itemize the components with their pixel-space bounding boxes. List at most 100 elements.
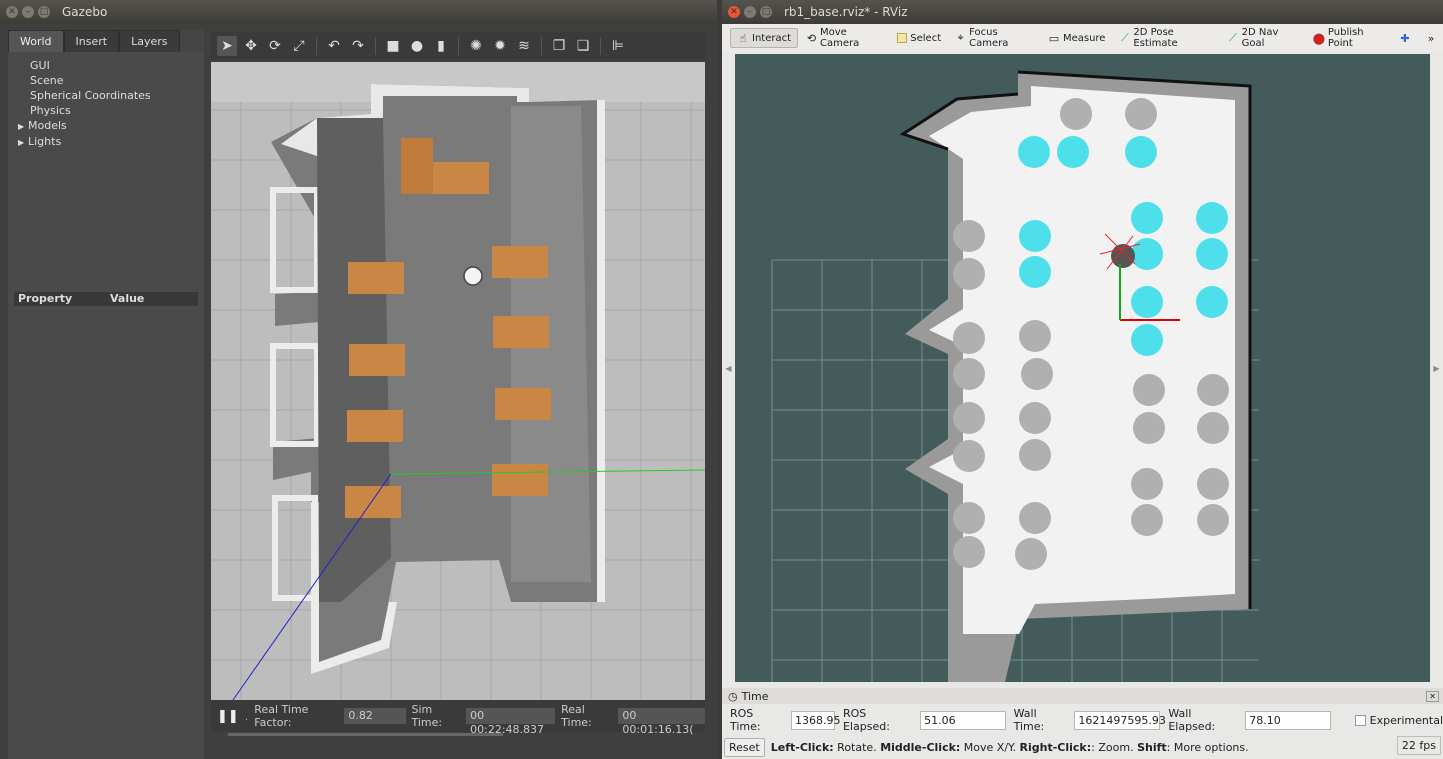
tool-measure[interactable]: ▭ Measure (1042, 29, 1112, 47)
expand-arrow-icon[interactable]: ▶ (18, 119, 28, 134)
directional-light-icon[interactable]: ≋ (514, 36, 534, 56)
robot-footprint[interactable] (1111, 244, 1135, 268)
minimize-icon[interactable]: – (744, 6, 756, 18)
property-header: Property Value (14, 292, 198, 306)
copy-icon[interactable]: ❐ (549, 36, 569, 56)
add-tool-button[interactable]: ✚ (1393, 29, 1417, 47)
table[interactable] (493, 316, 549, 348)
select-arrow-icon[interactable]: ➤ (217, 36, 237, 56)
pause-icon[interactable]: ❚❚ (217, 709, 239, 724)
tool-label: Interact (752, 32, 792, 44)
toolbar-divider (458, 37, 459, 55)
tool-focus-camera[interactable]: ⌖ Focus Camera (949, 24, 1040, 52)
close-icon[interactable]: ✕ (1426, 690, 1439, 702)
gazebo-window: ✕ – □ Gazebo World Insert Layers GUI Sce… (0, 0, 717, 759)
middle-click-desc: Move X/Y. (960, 740, 1020, 754)
maximize-icon[interactable]: □ (760, 6, 772, 18)
plus-icon: ✚ (1400, 31, 1410, 45)
real-time-value: 00 00:01:16.13( (618, 708, 705, 736)
scale-icon[interactable]: ⤢ (289, 36, 309, 56)
ros-time-label: ROS Time: (730, 707, 761, 733)
tool-move-camera[interactable]: ⟲ Move Camera (800, 24, 889, 52)
tool-label: 2D Pose Estimate (1133, 27, 1178, 49)
tool-2d-nav-goal[interactable]: ⟋ 2D Nav Goal (1222, 24, 1305, 52)
table[interactable] (492, 246, 548, 278)
experimental-checkbox[interactable] (1354, 714, 1366, 726)
box-icon[interactable]: ■ (383, 36, 403, 56)
rviz-toolbar: ☝ Interact ⟲ Move Camera Select ⌖ Focus Cam… (722, 24, 1443, 52)
point-light-icon[interactable]: ✺ (466, 36, 486, 56)
close-icon[interactable]: ✕ (728, 6, 740, 18)
wall-elapsed-field[interactable]: 78.10 (1245, 710, 1331, 730)
tab-world[interactable]: World (8, 30, 64, 52)
property-column: Property (18, 292, 73, 305)
tab-layers[interactable]: Layers (119, 30, 180, 52)
table[interactable] (345, 486, 401, 518)
real-time-factor-label: Real Time Factor: (254, 703, 309, 729)
rviz-3d-view[interactable] (735, 54, 1430, 682)
tool-select[interactable]: Select (891, 30, 947, 47)
experimental-label: Experimental (1369, 713, 1443, 727)
table[interactable] (348, 262, 404, 294)
table[interactable] (492, 464, 548, 496)
gazebo-3d-viewport[interactable] (211, 62, 705, 700)
tree-item-lights[interactable]: ▶ Lights (18, 134, 204, 150)
tree-item-physics[interactable]: Physics (30, 103, 204, 118)
tree-item-models-label: Models (28, 119, 67, 132)
camera-icon: ⟲ (806, 31, 817, 45)
toolbar-divider (541, 37, 542, 55)
fps-counter: 22 fps (1396, 736, 1441, 755)
shift-key: Shift (1137, 740, 1167, 754)
shift-desc: : More options. (1166, 740, 1249, 754)
sim-time-label: Sim Time: (411, 703, 443, 729)
translate-icon[interactable]: ✥ (241, 36, 261, 56)
minimize-icon[interactable]: – (22, 6, 34, 18)
right-dock-collapse[interactable]: ▶ (1430, 54, 1443, 682)
ros-time-field[interactable]: 1368.95 (790, 710, 840, 730)
robot-model[interactable] (463, 266, 483, 286)
sphere-icon[interactable]: ● (407, 36, 427, 56)
redo-icon[interactable]: ↷ (348, 36, 368, 56)
tool-2d-pose-estimate[interactable]: ⟋ 2D Pose Estimate (1113, 24, 1219, 52)
wall-time-field[interactable]: 1621497595.93 (1074, 710, 1166, 730)
cylinder-icon[interactable]: ▮ (431, 36, 451, 56)
undo-icon[interactable]: ↶ (324, 36, 344, 56)
table[interactable] (349, 344, 405, 376)
sim-time-value: 00 00:22:48.837 (466, 708, 556, 736)
rviz-map[interactable] (735, 54, 1430, 682)
table[interactable] (495, 388, 551, 420)
horizontal-scrollbar[interactable] (228, 733, 503, 736)
right-click-key: Right-Click: (1019, 740, 1092, 754)
tool-label: Focus Camera (969, 27, 1009, 49)
gazebo-status-bar: ❚❚ . Real Time Factor: 0.82 Sim Time: 00… (211, 700, 705, 736)
left-dock-collapse[interactable]: ◀ (722, 54, 735, 682)
right-click-desc: : Zoom. (1091, 740, 1138, 754)
close-icon[interactable]: ✕ (6, 6, 18, 18)
spot-light-icon[interactable]: ✹ (490, 36, 510, 56)
paste-icon[interactable]: ❏ (573, 36, 593, 56)
wall-elapsed-label: Wall Elapsed: (1168, 707, 1216, 733)
focus-icon: ⌖ (957, 31, 964, 44)
toolbar-divider (316, 37, 317, 55)
table[interactable] (433, 162, 489, 194)
table[interactable] (401, 138, 433, 194)
reset-button[interactable]: Reset (724, 737, 765, 757)
tree-item-gui[interactable]: GUI (30, 58, 204, 73)
tree-item-spherical-coordinates[interactable]: Spherical Coordinates (30, 88, 204, 103)
tool-interact[interactable]: ☝ Interact (730, 28, 799, 48)
tab-insert[interactable]: Insert (63, 30, 120, 52)
ros-elapsed-field[interactable]: 51.06 (920, 710, 1006, 730)
overflow-button[interactable]: » (1419, 29, 1443, 47)
expand-arrow-icon[interactable]: ▶ (18, 135, 28, 150)
maximize-icon[interactable]: □ (38, 6, 50, 18)
tool-publish-point[interactable]: ⬤ Publish Point (1307, 24, 1391, 52)
tree-item-models[interactable]: ▶ Models (18, 118, 204, 134)
tool-label: Select (910, 32, 942, 44)
clock-icon: ◷ (728, 689, 738, 703)
rotate-icon[interactable]: ⟳ (265, 36, 285, 56)
tree-item-scene[interactable]: Scene (30, 73, 204, 88)
align-icon[interactable]: ⊫ (608, 36, 628, 56)
step-icon[interactable]: . (245, 710, 249, 723)
table[interactable] (347, 410, 403, 442)
gazebo-scene[interactable] (211, 62, 705, 700)
